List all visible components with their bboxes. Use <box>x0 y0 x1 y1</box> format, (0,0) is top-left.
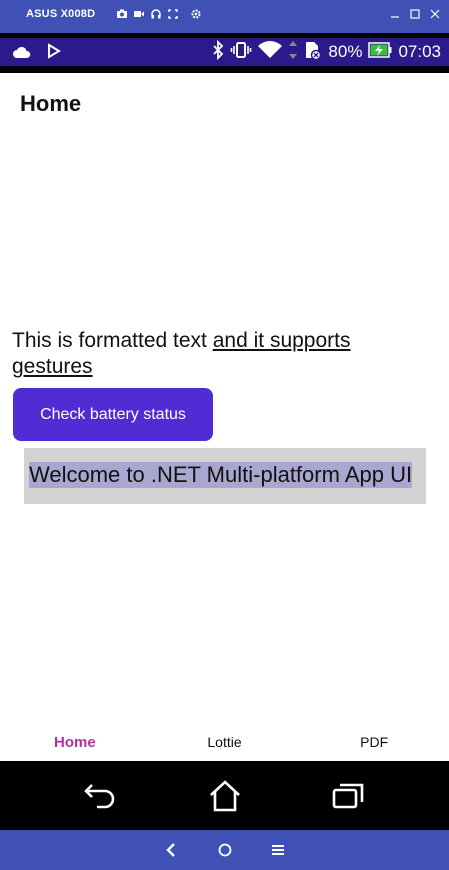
clock: 07:03 <box>398 42 441 61</box>
formatted-text-plain: This is formatted text <box>12 329 213 352</box>
minimize-icon[interactable] <box>389 7 401 21</box>
welcome-label: Welcome to .NET Multi-platform App UI <box>29 462 413 488</box>
emulator-toolbar <box>116 8 202 20</box>
bluetooth-icon <box>212 39 224 64</box>
android-nav-bar <box>0 761 449 830</box>
settings-icon[interactable] <box>190 8 202 20</box>
check-battery-button[interactable]: Check battery status <box>13 388 213 441</box>
maximize-icon[interactable] <box>409 7 421 21</box>
home-icon[interactable] <box>203 774 247 818</box>
vibrate-icon <box>230 41 252 63</box>
recents-icon[interactable] <box>326 774 370 818</box>
tab-pdf[interactable]: PDF <box>299 723 449 761</box>
chevron-left-icon[interactable] <box>160 840 182 860</box>
headphones-icon[interactable] <box>150 8 162 20</box>
circle-icon[interactable] <box>214 840 236 860</box>
tab-home[interactable]: Home <box>0 723 150 761</box>
menu-icon[interactable] <box>267 840 289 860</box>
bottom-tab-bar: Home Lottie PDF <box>0 723 449 761</box>
no-sim-icon <box>304 40 322 64</box>
wifi-icon <box>258 40 283 64</box>
battery-charging-icon <box>368 41 392 63</box>
formatted-text: This is formatted text and it supports g… <box>12 328 432 380</box>
page-title: Home <box>20 91 82 116</box>
video-icon[interactable] <box>133 8 145 20</box>
camera-icon[interactable] <box>116 8 128 20</box>
battery-percent: 80% <box>328 42 363 61</box>
emulator-bottom-bar <box>0 830 449 870</box>
back-icon[interactable] <box>78 774 122 818</box>
data-arrows-icon <box>288 40 298 64</box>
status-bar-inner: 80% 07:03 <box>0 38 449 66</box>
play-store-icon <box>46 43 62 63</box>
window-controls <box>389 7 441 21</box>
app-content: Home This is formatted text and it suppo… <box>0 73 449 761</box>
close-icon[interactable] <box>429 7 441 21</box>
cloud-icon <box>12 44 32 63</box>
emulator-title-bar: ASUS X008D <box>0 0 449 33</box>
fullscreen-icon[interactable] <box>167 8 179 20</box>
status-bar: 80% 07:03 <box>0 33 449 73</box>
welcome-label-container: Welcome to .NET Multi-platform App UI <box>24 448 426 504</box>
device-name: ASUS X008D <box>26 8 96 20</box>
tab-lottie[interactable]: Lottie <box>150 723 300 761</box>
